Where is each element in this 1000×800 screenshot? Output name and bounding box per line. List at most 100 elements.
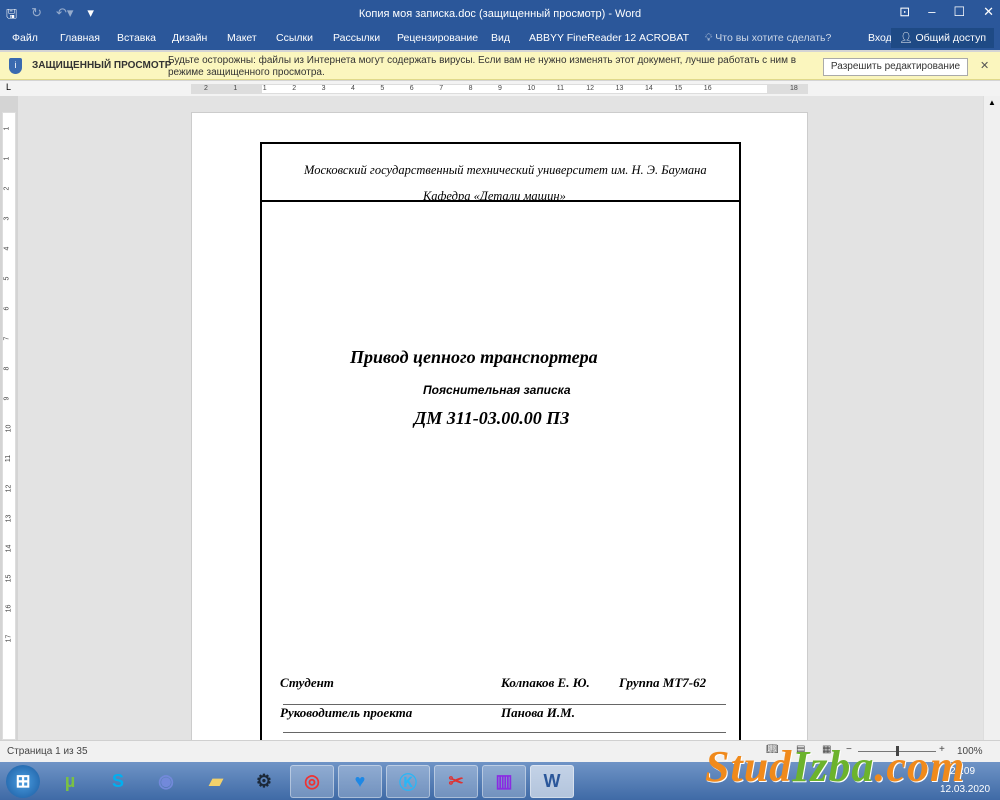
ruler-tick: 6 <box>3 306 11 311</box>
ruler-tick: 5 <box>380 85 385 92</box>
student-label: Студент <box>280 675 334 690</box>
tell-me-text: Что вы хотите сделать? <box>715 32 832 44</box>
tab-file[interactable]: Файл <box>12 32 38 44</box>
ruler-tick: 2 <box>292 85 297 92</box>
steam-icon[interactable]: ⚙ <box>242 765 286 798</box>
ruler-tick: 15 <box>674 85 683 92</box>
ruler-tick: 11 <box>556 85 565 92</box>
ribbon-display-icon[interactable]: ⊡ <box>899 4 910 20</box>
ruler-tick: 8 <box>468 85 473 92</box>
tab-view[interactable]: Вид <box>491 32 510 44</box>
ruler-tick: 8 <box>3 366 11 371</box>
ruler-tick: 7 <box>3 336 11 341</box>
enable-editing-button[interactable]: Разрешить редактирование <box>823 58 968 76</box>
student-name: Колпаков Е. Ю. <box>501 675 590 690</box>
ruler-tick: 3 <box>321 85 326 92</box>
winrar-icon[interactable]: ▥ <box>482 765 526 798</box>
skype-icon[interactable]: S <box>96 765 140 798</box>
utorrent-icon[interactable]: µ <box>48 765 92 798</box>
ruler-tick: 10 <box>5 424 13 433</box>
lightbulb-icon: 💡︎ <box>705 32 713 44</box>
ruler-tick: 12 <box>5 484 13 493</box>
ruler-tick: 17 <box>5 634 13 643</box>
ruler-tick: 11 <box>5 454 13 463</box>
tell-me-box[interactable]: 💡︎ Что вы хотите сделать? <box>705 32 831 45</box>
window-title: Копия моя записка.doc (защищенный просмо… <box>358 8 642 20</box>
maximize-button[interactable]: ☐ <box>953 4 965 20</box>
scroll-up-icon[interactable]: ▲ <box>988 98 996 107</box>
ruler-tick: 9 <box>3 396 11 401</box>
sign-in-link[interactable]: Вход <box>868 32 892 44</box>
shield-icon: i <box>9 58 22 74</box>
close-banner-icon[interactable]: ✕ <box>980 59 989 72</box>
protected-view-bar: i ЗАЩИЩЕННЫЙ ПРОСМОТР Будьте осторожны: … <box>0 52 1000 80</box>
studizba-watermark-logo: StudIzba.com <box>705 742 966 791</box>
tab-review[interactable]: Рецензирование <box>397 32 478 44</box>
ruler-tick: 7 <box>439 85 444 92</box>
file-explorer-icon[interactable]: ▰ <box>194 765 238 798</box>
title-frame: Московский государственный технический у… <box>260 142 741 740</box>
share-label: Общий доступ <box>915 32 986 44</box>
tab-layout[interactable]: Макет <box>227 32 257 44</box>
ruler-tick: 3 <box>3 216 11 221</box>
ruler-tick: 18 <box>790 85 798 92</box>
tab-abbyy[interactable]: ABBYY FineReader 12 <box>529 32 636 44</box>
tab-selector-icon[interactable]: L <box>6 82 11 92</box>
heart-app-icon[interactable]: ♥ <box>338 765 382 798</box>
person-icon: 👤︎ <box>899 32 913 44</box>
ruler-tick: 6 <box>409 85 414 92</box>
university-name: Московский государственный технический у… <box>304 163 707 177</box>
ruler-tick: 2 <box>204 85 208 92</box>
ruler-tick: 4 <box>3 246 11 251</box>
department-name: Кафедра «Детали машин» <box>423 189 566 201</box>
ruler-tick: 9 <box>498 85 502 92</box>
student-group: Группа МТ7-62 <box>619 675 707 690</box>
chrome-icon[interactable]: ◎ <box>290 765 334 798</box>
ruler-tick: 13 <box>5 514 13 523</box>
ruler-tick: 14 <box>645 85 653 92</box>
page-count[interactable]: Страница 1 из 35 <box>7 746 88 757</box>
vertical-ruler[interactable]: 1 1 2 3 4 5 6 7 8 9 10 11 12 13 14 15 16 17 <box>2 112 16 740</box>
protected-view-message: Будьте осторожны: файлы из Интернета мог… <box>168 55 797 78</box>
ruler-tick: 5 <box>3 276 11 281</box>
ruler-tick: 15 <box>5 574 13 583</box>
ruler-tick: 14 <box>5 544 13 553</box>
tab-home[interactable]: Главная <box>60 32 100 44</box>
ruler-tick: 10 <box>527 85 536 92</box>
ruler-tick: 16 <box>703 85 712 92</box>
document-code: ДМ 311-03.00.00 ПЗ <box>414 408 570 428</box>
supervisor-label: Руководитель проекта <box>280 705 413 720</box>
tab-design[interactable]: Дизайн <box>172 32 207 44</box>
supervisor-name: Панова И.М. <box>501 705 575 720</box>
vertical-scrollbar[interactable]: ▲ <box>983 96 1000 740</box>
snipping-tool-icon[interactable]: ✂ <box>434 765 478 798</box>
document-title: Привод цепного транспортера <box>350 347 598 367</box>
tab-acrobat[interactable]: ACROBAT <box>639 32 689 44</box>
ruler-tick: 1 <box>3 126 11 131</box>
ruler-tick: 12 <box>586 85 594 92</box>
ruler-tick: 4 <box>351 85 355 92</box>
ribbon-tabs: Файл Главная Вставка Дизайн Макет Ссылки… <box>0 28 1000 50</box>
ruler-tick: 1 <box>3 156 11 161</box>
share-button[interactable]: 👤︎ Общий доступ <box>891 28 994 48</box>
tab-references[interactable]: Ссылки <box>276 32 313 44</box>
ruler-tick: 1 <box>262 85 267 92</box>
document-subtitle: Пояснительная записка <box>423 383 571 397</box>
ruler-tick: 2 <box>3 186 11 191</box>
ruler-tick: 13 <box>615 85 624 92</box>
protected-view-label: ЗАЩИЩЕННЫЙ ПРОСМОТР <box>32 60 172 71</box>
ruler-tick: 1 <box>233 85 238 92</box>
word-icon[interactable]: W <box>530 765 574 798</box>
title-bar: 🖫 ↻ ↶▾ ▾ Копия моя записка.doc (защищенн… <box>0 0 1000 28</box>
k-app-icon[interactable]: Ⓚ <box>386 765 430 798</box>
minimize-button[interactable]: – <box>928 4 935 20</box>
tab-insert[interactable]: Вставка <box>117 32 156 44</box>
horizontal-ruler[interactable]: 2 1 1 2 3 4 5 6 7 8 9 10 11 12 13 14 15 16 18 <box>191 84 808 94</box>
close-button[interactable]: ✕ <box>983 4 994 20</box>
document-area: Московский государственный технический у… <box>18 96 983 740</box>
ruler-tick: 16 <box>5 604 13 613</box>
document-page[interactable]: Московский государственный технический у… <box>191 112 808 740</box>
discord-icon[interactable]: ◉ <box>144 765 188 798</box>
start-button[interactable]: ⊞ <box>6 765 40 798</box>
tab-mailings[interactable]: Рассылки <box>333 32 380 44</box>
